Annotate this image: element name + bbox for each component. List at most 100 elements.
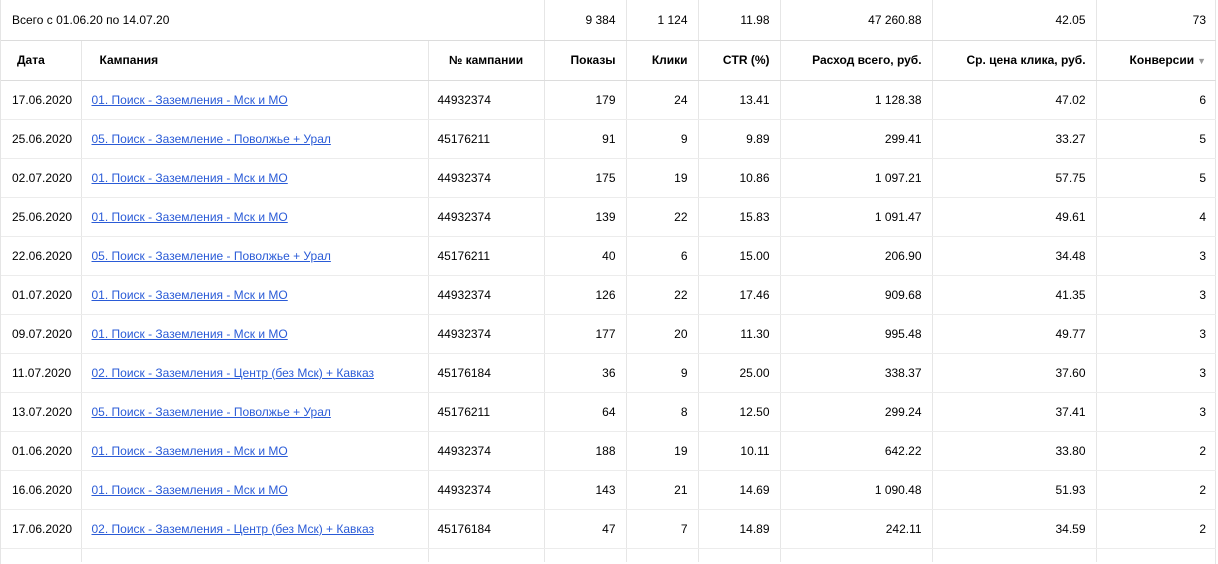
column-header-campaign[interactable]: Кампания (81, 40, 429, 81)
cell-cost: 642.22 (780, 431, 933, 471)
cell-campaign: 01. Поиск - Заземления - Мск и МО (81, 80, 429, 120)
campaign-link[interactable]: 01. Поиск - Заземления - Мск и МО (92, 288, 288, 302)
campaign-link[interactable]: 05. Поиск - Заземление - Поволжье + Урал (92, 132, 331, 146)
cell-campaign: 01. Поиск - Заземления - Мск и МО (81, 158, 429, 198)
cell-campaign: 01. Поиск - Заземления - Мск и МО (81, 470, 429, 510)
cell-conversions: 5 (1096, 119, 1217, 159)
totals-label: Всего с 01.06.20 по 14.07.20 (1, 0, 545, 41)
cell-ctr: 14.89 (698, 509, 781, 549)
cell-avg-cpc: 33.80 (932, 431, 1097, 471)
campaign-link[interactable]: 02. Поиск - Заземления - Центр (без Мск)… (92, 522, 375, 536)
cell-campaign: 02. Поиск - Заземления - Центр (без Мск)… (81, 353, 429, 393)
cell-empty (932, 548, 1097, 562)
report-table: Всего с 01.06.20 по 14.07.20 9 384 1 124… (1, 0, 1217, 562)
cell-campaign: 05. Поиск - Заземление - Поволжье + Урал (81, 236, 429, 276)
cell-cost: 1 091.47 (780, 197, 933, 237)
cell-campaign-no: 45176184 (428, 509, 545, 549)
campaign-link[interactable]: 05. Поиск - Заземление - Поволжье + Урал (92, 405, 331, 419)
cell-empty (81, 548, 429, 562)
campaign-link[interactable]: 01. Поиск - Заземления - Мск и МО (92, 483, 288, 497)
sort-desc-icon[interactable]: ▼ (1197, 56, 1206, 66)
cell-date: 22.06.2020 (1, 236, 82, 276)
cell-cost: 299.24 (780, 392, 933, 432)
table-row: 01.06.2020 01. Поиск - Заземления - Мск … (1, 431, 1217, 471)
cell-empty (1096, 548, 1216, 562)
column-header-avg-cpc[interactable]: Ср. цена клика, руб. (932, 40, 1097, 81)
campaign-link[interactable]: 01. Поиск - Заземления - Мск и МО (92, 93, 288, 107)
cell-ctr: 10.86 (698, 158, 781, 198)
cell-date: 17.06.2020 (1, 509, 82, 549)
column-header-conversions[interactable]: Конверсии ▼ (1096, 40, 1217, 81)
table-row: 01.07.2020 01. Поиск - Заземления - Мск … (1, 275, 1217, 315)
cell-shows: 143 (544, 470, 627, 510)
table-row: 17.06.2020 02. Поиск - Заземления - Цент… (1, 509, 1217, 549)
column-header-campaign-no[interactable]: № кампании (428, 40, 545, 81)
campaign-link[interactable]: 01. Поиск - Заземления - Мск и МО (92, 444, 288, 458)
cell-date: 09.07.2020 (1, 314, 82, 354)
totals-shows: 9 384 (544, 0, 627, 41)
cell-campaign-no: 44932374 (428, 470, 545, 510)
table-row: 17.06.2020 01. Поиск - Заземления - Мск … (1, 80, 1217, 120)
cell-empty (544, 548, 627, 562)
cell-ctr: 12.50 (698, 392, 781, 432)
cell-avg-cpc: 34.48 (932, 236, 1097, 276)
cell-shows: 179 (544, 80, 627, 120)
cell-campaign: 05. Поиск - Заземление - Поволжье + Урал (81, 119, 429, 159)
campaign-link[interactable]: 02. Поиск - Заземления - Центр (без Мск)… (92, 366, 375, 380)
cell-avg-cpc: 51.93 (932, 470, 1097, 510)
cell-cost: 1 128.38 (780, 80, 933, 120)
cell-ctr: 15.00 (698, 236, 781, 276)
table-row: 25.06.2020 01. Поиск - Заземления - Мск … (1, 197, 1217, 237)
table-row: 09.07.2020 01. Поиск - Заземления - Мск … (1, 314, 1217, 354)
cell-empty (1, 548, 82, 562)
campaign-link[interactable]: 01. Поиск - Заземления - Мск и МО (92, 327, 288, 341)
campaign-link[interactable]: 01. Поиск - Заземления - Мск и МО (92, 171, 288, 185)
cell-campaign-no: 45176211 (428, 119, 545, 159)
cell-campaign-no: 44932374 (428, 197, 545, 237)
cell-cost: 338.37 (780, 353, 933, 393)
cell-ctr: 15.83 (698, 197, 781, 237)
cell-date: 17.06.2020 (1, 80, 82, 120)
totals-avg-cpc: 42.05 (932, 0, 1097, 41)
cell-clicks: 20 (626, 314, 699, 354)
table-row: 13.07.2020 05. Поиск - Заземление - Пово… (1, 392, 1217, 432)
table-row: 11.07.2020 02. Поиск - Заземления - Цент… (1, 353, 1217, 393)
cell-avg-cpc: 33.27 (932, 119, 1097, 159)
cell-clicks: 22 (626, 275, 699, 315)
campaign-link[interactable]: 01. Поиск - Заземления - Мск и МО (92, 210, 288, 224)
cell-avg-cpc: 41.35 (932, 275, 1097, 315)
cell-shows: 36 (544, 353, 627, 393)
cell-campaign-no: 45176211 (428, 392, 545, 432)
cell-conversions: 2 (1096, 509, 1217, 549)
cell-ctr: 14.69 (698, 470, 781, 510)
cell-shows: 175 (544, 158, 627, 198)
cell-campaign-no: 44932374 (428, 275, 545, 315)
cell-conversions: 2 (1096, 470, 1217, 510)
table-row: 25.06.2020 05. Поиск - Заземление - Пово… (1, 119, 1217, 159)
cell-campaign-no: 44932374 (428, 158, 545, 198)
column-header-date[interactable]: Дата (1, 40, 82, 81)
cell-clicks: 24 (626, 80, 699, 120)
column-header-shows[interactable]: Показы (544, 40, 627, 81)
cell-campaign-no: 45176184 (428, 353, 545, 393)
campaign-link[interactable]: 05. Поиск - Заземление - Поволжье + Урал (92, 249, 331, 263)
cell-avg-cpc: 37.41 (932, 392, 1097, 432)
table-row: 16.06.2020 01. Поиск - Заземления - Мск … (1, 470, 1217, 510)
cell-conversions: 4 (1096, 197, 1217, 237)
cell-campaign-no: 45176211 (428, 236, 545, 276)
cell-cost: 1 090.48 (780, 470, 933, 510)
table-row: 22.06.2020 05. Поиск - Заземление - Пово… (1, 236, 1217, 276)
totals-clicks: 1 124 (626, 0, 699, 41)
totals-conversions: 73 (1096, 0, 1217, 41)
cell-empty (698, 548, 781, 562)
cell-shows: 40 (544, 236, 627, 276)
cell-date: 16.06.2020 (1, 470, 82, 510)
column-header-cost[interactable]: Расход всего, руб. (780, 40, 933, 81)
cell-cost: 909.68 (780, 275, 933, 315)
cell-campaign: 01. Поиск - Заземления - Мск и МО (81, 197, 429, 237)
column-header-clicks[interactable]: Клики (626, 40, 699, 81)
cell-avg-cpc: 49.77 (932, 314, 1097, 354)
report-table-container: Всего с 01.06.20 по 14.07.20 9 384 1 124… (0, 0, 1217, 564)
cell-shows: 91 (544, 119, 627, 159)
column-header-ctr[interactable]: CTR (%) (698, 40, 781, 81)
